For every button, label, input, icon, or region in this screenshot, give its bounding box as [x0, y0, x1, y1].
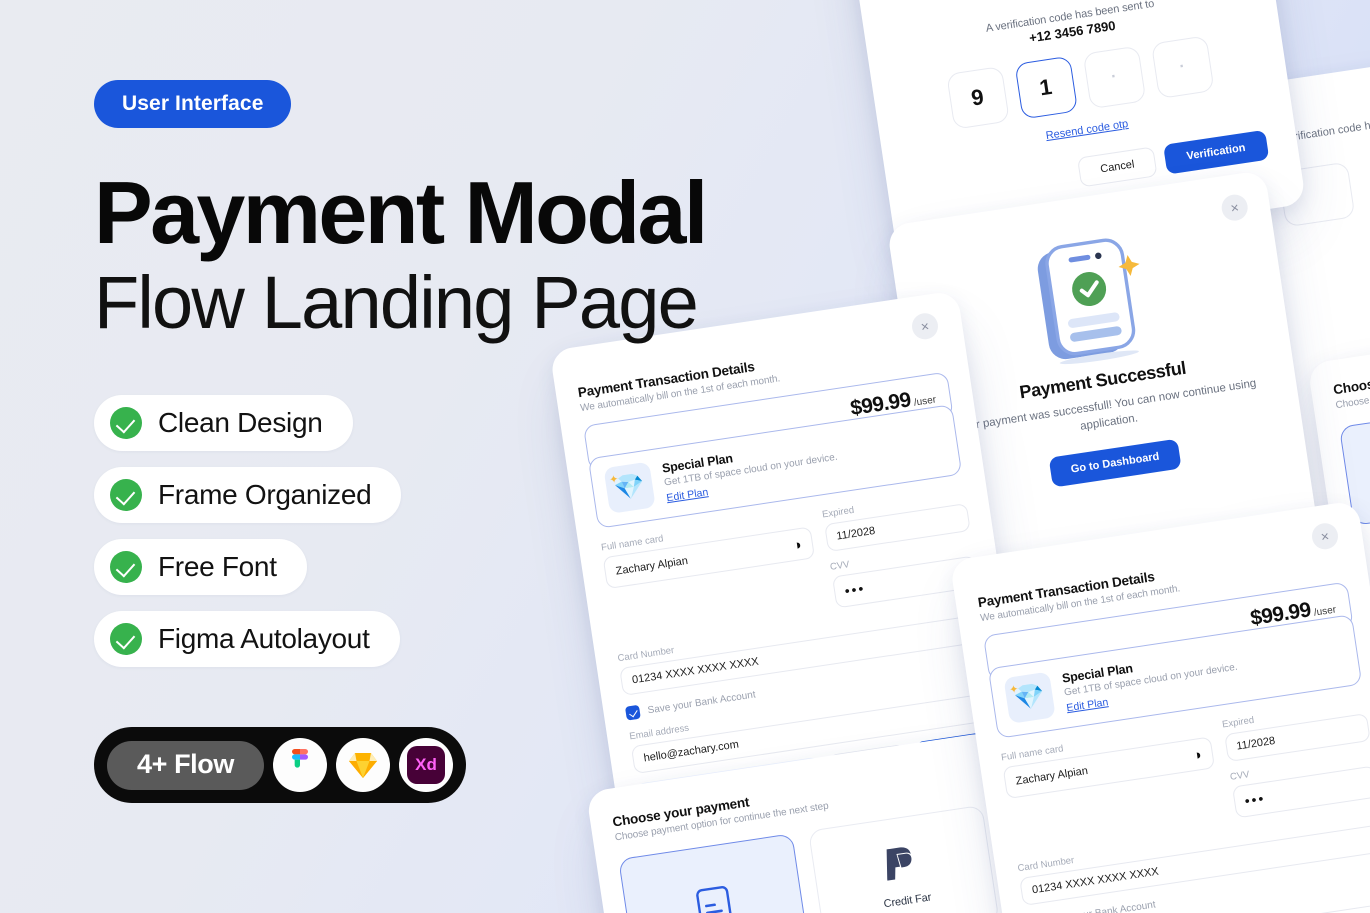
category-badge: User Interface — [94, 80, 292, 128]
check-circle-icon — [110, 479, 142, 512]
adobe-xd-label: Xd — [415, 755, 437, 775]
diamond-icon: ✦ 💎 — [1003, 671, 1056, 724]
check-circle-icon — [110, 551, 142, 584]
payment-option-grid: Credit Far — [618, 804, 1000, 913]
feature-label: Figma Autolayout — [158, 623, 370, 655]
otp-cancel-button[interactable]: Cancel — [1077, 146, 1158, 188]
go-to-dashboard-button[interactable]: Go to Dashboard — [1048, 438, 1182, 487]
sparkle-icon: ✦ — [1008, 683, 1020, 697]
poster-canvas: A verification code has been sent to Cho… — [0, 0, 1370, 913]
save-bank-label-2: Save your Bank Account — [1046, 898, 1157, 913]
payment-option-credit-card[interactable] — [618, 833, 810, 913]
promo-column: User Interface Payment Modal Flow Landin… — [94, 80, 734, 804]
credit-card-icon — [696, 886, 732, 913]
phone-check-icon — [1037, 238, 1140, 365]
flow-count-chip: 4+ Flow — [107, 740, 264, 790]
sketch-glyph — [348, 753, 377, 779]
feature-item-frame-organized: Frame Organized — [94, 467, 402, 524]
page-subtitle: Flow Landing Page — [94, 261, 699, 345]
otp-digit-2[interactable]: 1 — [1013, 55, 1078, 120]
check-circle-icon — [110, 407, 142, 440]
contrast-icon: ◑ — [1191, 746, 1203, 764]
otp-digit-1[interactable]: 9 — [945, 66, 1010, 130]
edit-plan-link-2[interactable]: Edit Plan — [1066, 696, 1109, 714]
cvv2-input[interactable]: ••• — [1244, 790, 1267, 809]
feature-item-figma-autolayout: Figma Autolayout — [94, 611, 400, 668]
otp-digit-4[interactable]: · — [1150, 35, 1215, 100]
sketch-icon — [335, 738, 390, 793]
otp-verification-button[interactable]: Verification — [1162, 129, 1270, 175]
feature-list: Clean Design Frame Organized Free Font F… — [94, 395, 734, 668]
adobe-xd-icon: Xd — [398, 738, 453, 793]
otp-digit-3[interactable]: · — [1082, 45, 1146, 110]
page-title: Payment Modal — [94, 163, 708, 262]
feature-label: Free Font — [158, 551, 277, 583]
payment-transaction-card-secondary: × Payment Transaction Details We automat… — [949, 500, 1370, 913]
figma-glyph — [291, 749, 308, 768]
contrast-icon: ◑ — [791, 536, 803, 554]
paypal-icon — [886, 847, 913, 881]
cvv-input[interactable]: ••• — [844, 580, 867, 599]
fullname2-input[interactable]: Zachary Alpian — [1015, 765, 1089, 788]
figma-icon — [272, 738, 327, 793]
feature-label: Clean Design — [158, 407, 323, 439]
feature-item-clean-design: Clean Design — [94, 395, 353, 452]
feature-item-free-font: Free Font — [94, 539, 307, 596]
check-circle-icon — [110, 623, 142, 656]
payment-option-paypal[interactable]: Credit Far — [808, 804, 1000, 913]
flow-count-bar: 4+ Flow Xd — [94, 727, 466, 804]
feature-label: Frame Organized — [158, 479, 372, 511]
payment-option-paypal-label: Credit Far — [882, 891, 933, 911]
